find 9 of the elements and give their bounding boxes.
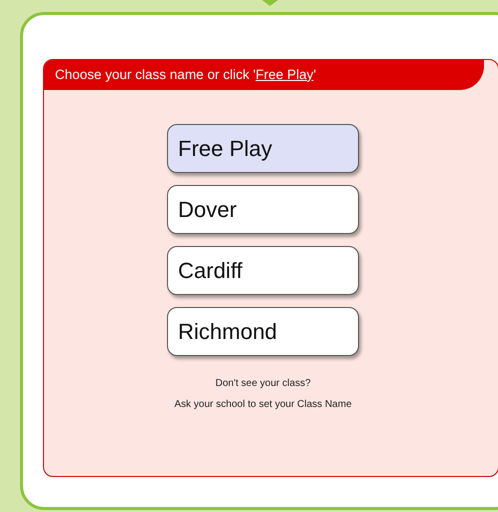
free-play-link[interactable]: Free Play — [256, 64, 314, 86]
class-button[interactable]: Free Play — [167, 124, 359, 173]
panel-header: Choose your class name or click 'Free Play' — [44, 60, 484, 90]
class-button[interactable]: Cardiff — [167, 246, 359, 295]
pointer-arrow-icon — [262, 0, 278, 6]
class-button[interactable]: Dover — [167, 185, 359, 234]
help-text: Don't see your class? — [215, 377, 311, 391]
help-text: Ask your school to set your Class Name — [174, 398, 352, 412]
class-button[interactable]: Richmond — [167, 307, 359, 356]
